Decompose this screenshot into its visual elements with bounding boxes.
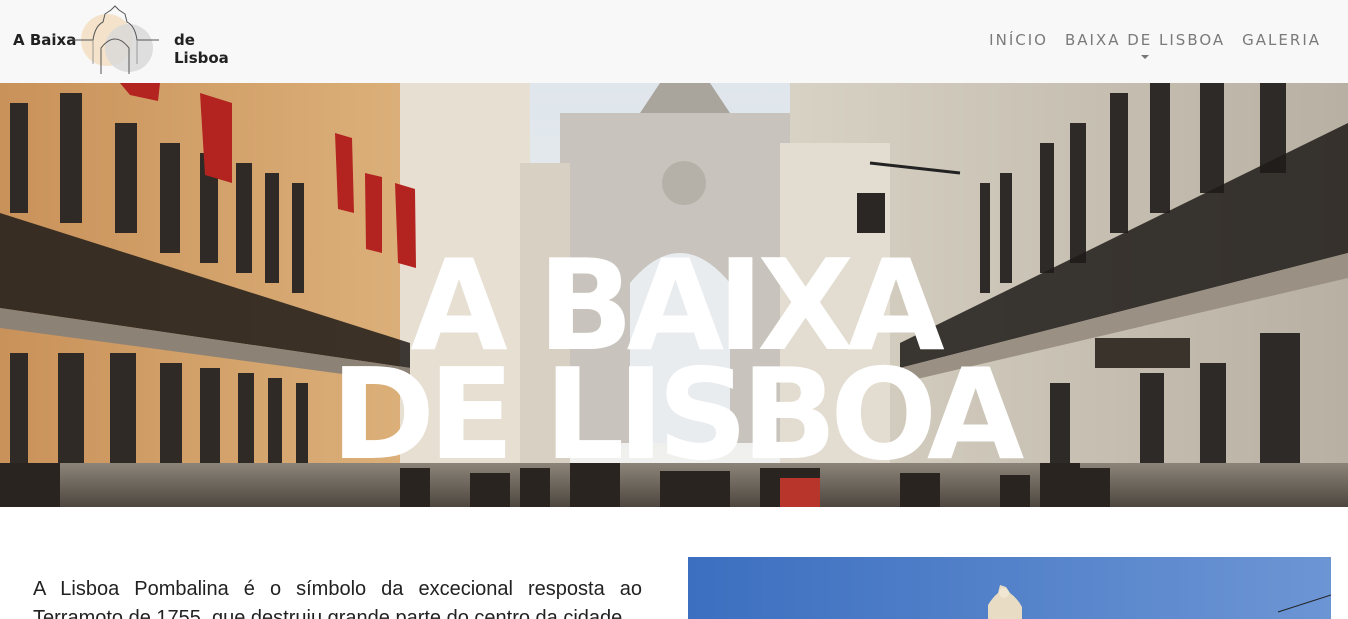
hero-title-line-2: de Lisboa [330, 341, 1025, 488]
nav-item-inicio[interactable]: Início [989, 31, 1048, 49]
hero-banner: A Baixa de Lisboa [0, 83, 1348, 507]
logo-text-right: de Lisboa [174, 31, 229, 67]
statue-image [688, 557, 1331, 619]
site-logo[interactable]: A Baixa de Lisboa [13, 4, 253, 76]
arch-logo-icon [73, 5, 159, 74]
main-nav: Início Baixa de Lisboa Galeria [989, 31, 1321, 59]
intro-paragraph: A Lisboa Pombalina é o símbolo da exceci… [33, 578, 642, 619]
nav-item-label: Baixa de Lisboa [1064, 31, 1226, 49]
dropdown-caret-icon [1141, 55, 1150, 59]
site-header: A Baixa de Lisboa Início Baixa de Lisboa… [0, 0, 1348, 83]
monument-photo [688, 557, 1331, 619]
logo-text-left: A Baixa [13, 31, 77, 49]
nav-item-baixa-de-lisboa[interactable]: Baixa de Lisboa [1064, 31, 1226, 59]
nav-item-galeria[interactable]: Galeria [1242, 31, 1321, 49]
